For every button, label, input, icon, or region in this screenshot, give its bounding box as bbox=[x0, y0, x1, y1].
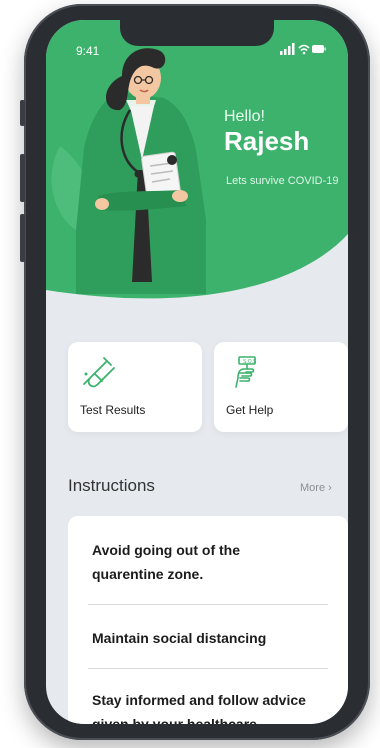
get-help-card[interactable]: S.O.S Get Help bbox=[214, 342, 348, 432]
instruction-text-line: given by your healthcare bbox=[92, 716, 257, 724]
status-icons bbox=[280, 42, 326, 60]
more-link[interactable]: More › bbox=[300, 482, 332, 494]
app-screen: 9:41 Hello! Rajesh Lets survive COVID-19… bbox=[46, 20, 348, 724]
notch bbox=[120, 20, 274, 46]
instruction-text-line: Avoid going out of the bbox=[92, 542, 241, 558]
get-help-label: Get Help bbox=[226, 403, 274, 417]
test-results-label: Test Results bbox=[80, 403, 146, 417]
svg-text:S.O.S: S.O.S bbox=[243, 359, 257, 365]
phone-frame: 9:41 Hello! Rajesh Lets survive COVID-19… bbox=[20, 4, 370, 740]
instructions-title: Instructions bbox=[68, 476, 155, 495]
instructions-card: Avoid going out of the quarentine zone. … bbox=[68, 516, 348, 724]
help-hand-icon: S.O.S bbox=[235, 356, 257, 388]
mute-switch bbox=[20, 100, 25, 126]
more-link-label: More bbox=[300, 482, 326, 494]
volume-down-button bbox=[20, 214, 25, 262]
chevron-right-icon: › bbox=[328, 482, 332, 494]
divider bbox=[88, 604, 328, 605]
instruction-text-line: Stay informed and follow advice bbox=[92, 692, 306, 708]
status-time: 9:41 bbox=[76, 44, 100, 58]
test-tube-icon bbox=[83, 357, 115, 388]
greeting-text: Hello! bbox=[224, 108, 265, 125]
volume-up-button bbox=[20, 154, 25, 202]
instruction-item[interactable]: Stay informed and follow advice given by… bbox=[92, 688, 340, 724]
divider bbox=[88, 668, 328, 669]
user-name: Rajesh bbox=[224, 126, 310, 156]
instruction-item[interactable]: Avoid going out of the quarentine zone. bbox=[92, 538, 340, 586]
test-results-card[interactable]: Test Results bbox=[68, 342, 202, 432]
instruction-text-line: Maintain social distancing bbox=[92, 630, 267, 646]
wifi-icon bbox=[298, 44, 310, 52]
instruction-text-line: quarentine zone. bbox=[92, 566, 204, 582]
tagline-text: Lets survive COVID-19 bbox=[226, 175, 339, 187]
hero-header bbox=[46, 20, 348, 299]
signal-icon bbox=[280, 43, 295, 55]
instruction-item[interactable]: Maintain social distancing bbox=[92, 626, 340, 650]
battery-icon bbox=[312, 45, 326, 53]
